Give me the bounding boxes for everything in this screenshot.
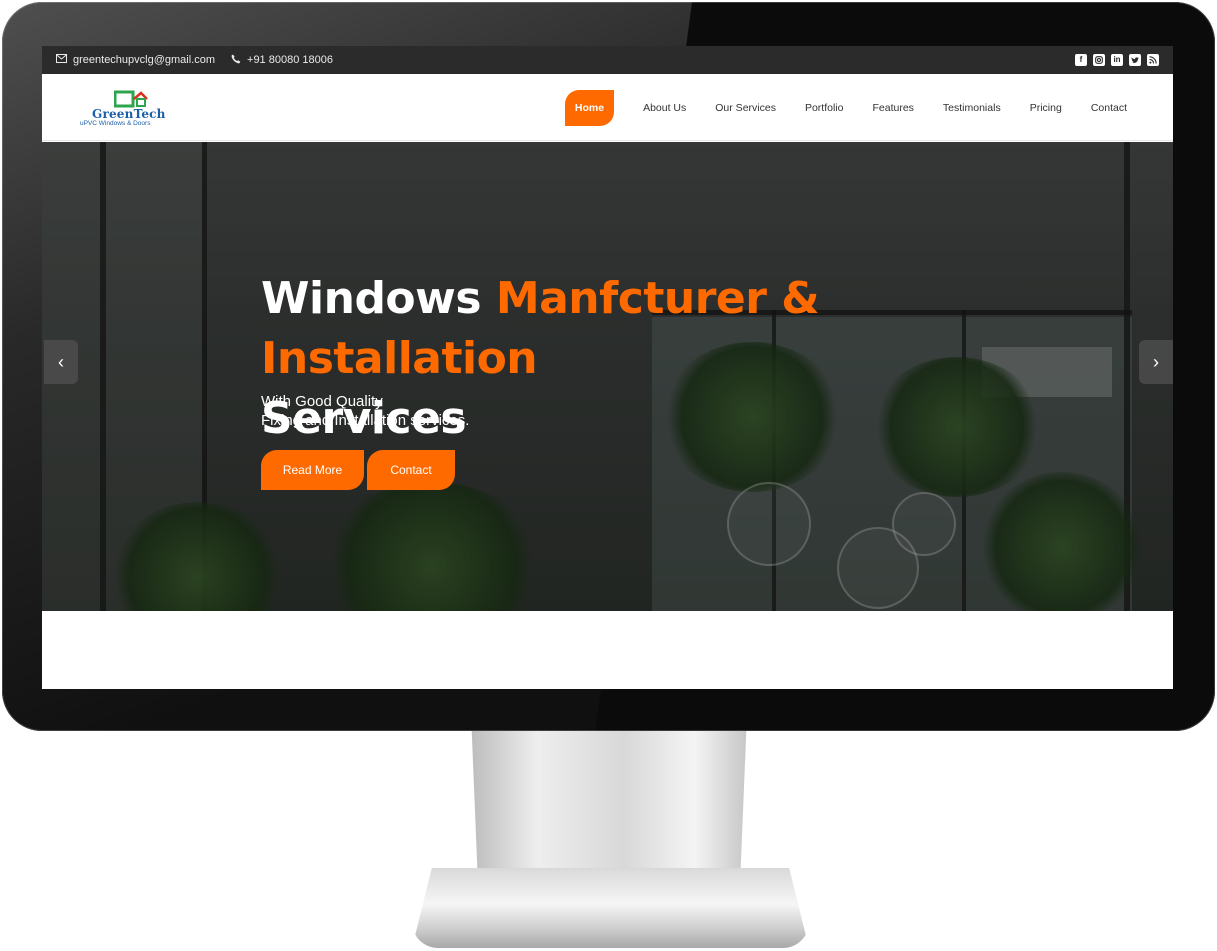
slider-next-button[interactable]: › — [1139, 340, 1173, 384]
hero-slider: Windows Manfcturer & Installation Servic… — [42, 142, 1173, 611]
hero-subtitle-line-2: Fixing and Installation services. — [261, 412, 470, 429]
monitor-stand-base — [412, 868, 809, 948]
nav-item-our-services[interactable]: Our Services — [715, 90, 776, 126]
email-text: greentechupvclg@gmail.com — [73, 54, 216, 66]
instagram-icon[interactable] — [1093, 54, 1105, 66]
nav-item-portfolio[interactable]: Portfolio — [805, 90, 844, 126]
slider-prev-button[interactable]: ‹ — [44, 340, 78, 384]
nav-item-testimonials[interactable]: Testimonials — [943, 90, 1001, 126]
nav-item-home[interactable]: Home — [564, 90, 615, 126]
nav-menu: Home About Us Our Services Portfolio Fea… — [564, 90, 1127, 126]
monitor-stand-neck — [471, 731, 747, 871]
nav-item-features[interactable]: Features — [872, 90, 913, 126]
main-navbar: GreenTech uPVC Windows & Doors Home Abou… — [42, 74, 1173, 141]
contact-button[interactable]: Contact — [367, 450, 455, 490]
envelope-icon — [56, 54, 73, 66]
hero-title-part-1: Windows — [261, 273, 496, 324]
browser-viewport: greentechupvclg@gmail.com +91 80080 1800… — [42, 46, 1173, 689]
chevron-right-icon: › — [1153, 351, 1159, 372]
phone-info[interactable]: +91 80080 18006 — [231, 54, 333, 67]
logo-window-icon — [114, 90, 148, 108]
read-more-button[interactable]: Read More — [261, 450, 364, 490]
linkedin-icon[interactable]: in — [1111, 54, 1123, 66]
facebook-icon[interactable]: f — [1075, 54, 1087, 66]
greentech-logo[interactable]: GreenTech uPVC Windows & Doors — [78, 90, 188, 130]
email-info[interactable]: greentechupvclg@gmail.com — [56, 54, 215, 66]
nav-item-contact[interactable]: Contact — [1091, 90, 1127, 126]
nav-item-pricing[interactable]: Pricing — [1030, 90, 1062, 126]
phone-text: +91 80080 18006 — [247, 54, 333, 66]
rss-icon[interactable] — [1147, 54, 1159, 66]
twitter-icon[interactable] — [1129, 54, 1141, 66]
top-info-bar: greentechupvclg@gmail.com +91 80080 1800… — [42, 46, 1173, 74]
hero-subtitle-line-1: With Good Quality — [261, 393, 383, 410]
phone-icon — [231, 54, 247, 67]
monitor-frame: greentechupvclg@gmail.com +91 80080 1800… — [2, 2, 1215, 731]
logo-name: GreenTech — [92, 107, 166, 121]
chevron-left-icon: ‹ — [58, 351, 64, 372]
logo-tagline: uPVC Windows & Doors — [80, 120, 151, 127]
nav-item-about-us[interactable]: About Us — [643, 90, 686, 126]
social-links: f in — [1075, 54, 1159, 66]
hero-subtitle: With Good Quality Fixing and Installatio… — [261, 392, 469, 430]
